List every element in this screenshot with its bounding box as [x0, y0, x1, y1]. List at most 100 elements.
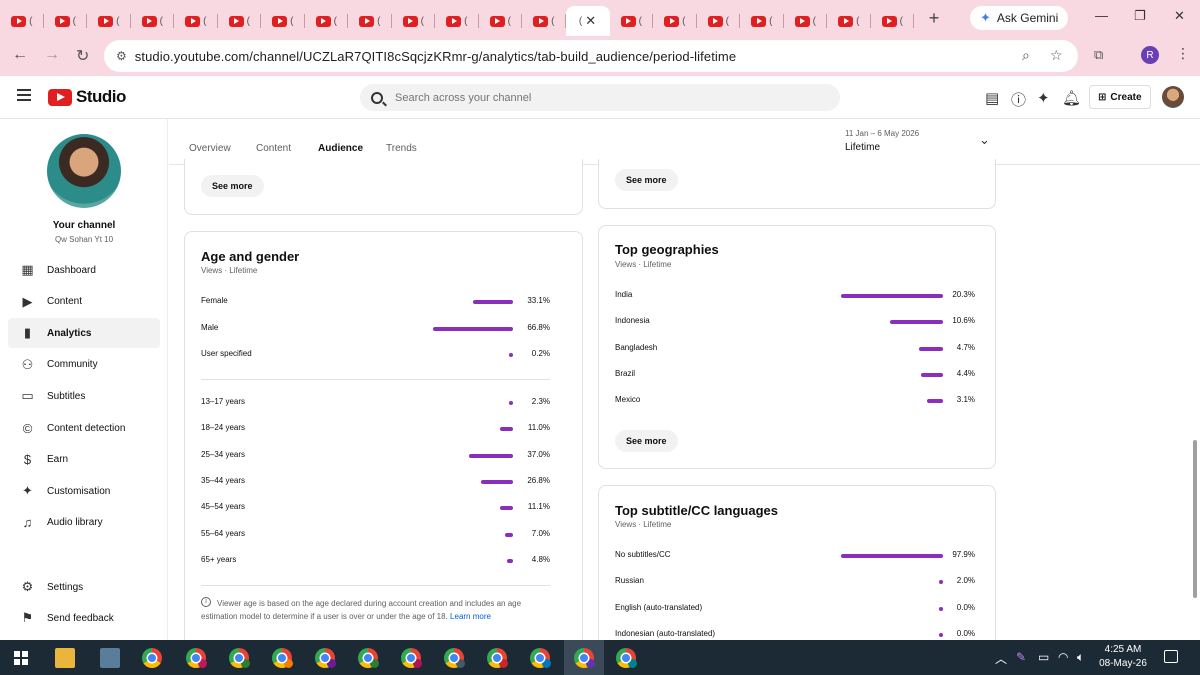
chrome-taskbar-icon[interactable]: [229, 648, 250, 668]
sidebar-item-dashboard[interactable]: ▦ Dashboard: [8, 255, 160, 285]
close-window-icon[interactable]: ✕: [1174, 8, 1185, 24]
feedback-icon[interactable]: ▤: [985, 89, 999, 107]
see-more-button[interactable]: See more: [201, 175, 264, 197]
row-value: 10.6%: [952, 316, 975, 326]
site-info-icon[interactable]: ⚙: [116, 49, 127, 63]
chrome-taskbar-icon[interactable]: [487, 648, 508, 668]
studio-logo[interactable]: Studio: [48, 87, 126, 107]
file-explorer-icon[interactable]: [55, 648, 75, 668]
calculator-icon[interactable]: [100, 648, 120, 668]
account-avatar[interactable]: [1162, 86, 1184, 108]
row-label: Indonesia: [615, 316, 650, 326]
new-tab-button[interactable]: +: [920, 8, 948, 29]
volume-icon[interactable]: 🔈︎: [1077, 650, 1084, 665]
notification-center-icon[interactable]: [1164, 650, 1178, 663]
sidebar-item-subtitles[interactable]: ▭ Subtitles: [8, 381, 160, 411]
tab-overview[interactable]: Overview: [189, 143, 231, 154]
bookmark-star-icon[interactable]: ☆: [1050, 47, 1063, 64]
browser-tab[interactable]: (: [784, 6, 827, 36]
notifications-bell-icon[interactable]: 🔔︎: [1062, 89, 1081, 107]
chrome-taskbar-icon[interactable]: [616, 648, 637, 668]
browser-tab[interactable]: (: [305, 6, 348, 36]
youtube-favicon-icon: [228, 15, 244, 27]
search-input[interactable]: [395, 91, 795, 104]
sidebar-item-analytics[interactable]: ▮ Analytics: [8, 318, 160, 349]
chrome-taskbar-icon[interactable]: [315, 648, 336, 668]
chrome-taskbar-icon[interactable]: [272, 648, 293, 668]
browser-tab[interactable]: (: [87, 6, 131, 36]
browser-tab[interactable]: (: [653, 6, 697, 36]
chevron-up-icon[interactable]: ︿: [995, 650, 1007, 667]
profile-avatar[interactable]: R: [1141, 46, 1159, 64]
back-arrow-icon[interactable]: ←: [12, 46, 28, 64]
chrome-taskbar-icon[interactable]: [358, 648, 379, 668]
browser-tab[interactable]: (: [697, 6, 740, 36]
omnibox[interactable]: ⚙ studio.youtube.com/channel/UCZLaR7QITI…: [104, 40, 1078, 72]
browser-tab[interactable]: (: [610, 6, 653, 36]
forward-arrow-icon[interactable]: →: [44, 46, 60, 64]
sidebar-item-community[interactable]: ⚇ Community: [8, 350, 160, 380]
browser-tab[interactable]: (: [131, 6, 174, 36]
chrome-taskbar-icon[interactable]: [574, 648, 595, 668]
kebab-menu-icon[interactable]: ⋮: [1176, 45, 1190, 62]
browser-tab[interactable]: (: [435, 6, 479, 36]
hamburger-menu-icon[interactable]: [17, 89, 31, 101]
url-text[interactable]: studio.youtube.com/channel/UCZLaR7QITI8c…: [135, 49, 736, 64]
create-button[interactable]: ⊞ Create: [1089, 85, 1151, 109]
sidebar-item-label: Content detection: [47, 422, 126, 434]
chrome-taskbar-icon[interactable]: [401, 648, 422, 668]
chrome-taskbar-icon[interactable]: [530, 648, 551, 668]
tab-content[interactable]: Content: [256, 143, 291, 154]
page-scrollbar[interactable]: [1193, 440, 1197, 598]
chrome-taskbar-icon[interactable]: [186, 648, 207, 668]
tab-trends[interactable]: Trends: [386, 143, 417, 154]
period-range[interactable]: 11 Jan – 6 May 2026: [845, 129, 919, 138]
battery-icon[interactable]: ▭: [1038, 650, 1049, 664]
sidebar-item-audio-library[interactable]: ♫ Audio library: [8, 508, 160, 538]
browser-tab[interactable]: (: [479, 6, 522, 36]
sparkle-icon[interactable]: ✦: [1037, 89, 1050, 107]
chrome-taskbar-icon[interactable]: [444, 648, 465, 668]
restore-icon[interactable]: ❐: [1134, 8, 1146, 24]
browser-tab[interactable]: (: [392, 6, 435, 36]
browser-tab[interactable]: (: [871, 6, 914, 36]
sidebar-item-customisation[interactable]: ✦ Customisation: [8, 476, 160, 506]
browser-tab-active[interactable]: (✕: [565, 6, 610, 36]
help-icon[interactable]: ⓘ: [1011, 89, 1026, 110]
browser-tab[interactable]: (: [261, 6, 305, 36]
taskbar-clock[interactable]: 4:25 AM 08-May-26: [1094, 643, 1152, 671]
close-tab-icon[interactable]: ✕: [585, 13, 596, 29]
see-more-button[interactable]: See more: [615, 430, 678, 452]
zoom-search-icon[interactable]: ⌕: [1022, 47, 1030, 64]
browser-tab[interactable]: (: [740, 6, 784, 36]
sidebar-item-content-detection[interactable]: © Content detection: [8, 413, 160, 443]
wifi-icon[interactable]: ◠: [1058, 650, 1068, 664]
browser-tab[interactable]: (: [348, 6, 392, 36]
sidebar-item-settings[interactable]: ⚙ Settings: [8, 572, 160, 602]
browser-tab[interactable]: (: [218, 6, 261, 36]
minimize-icon[interactable]: —: [1095, 8, 1108, 23]
browser-tab[interactable]: (: [44, 6, 87, 36]
channel-avatar[interactable]: [47, 134, 121, 208]
browser-tab[interactable]: (: [0, 6, 44, 36]
see-more-button[interactable]: See more: [615, 169, 678, 191]
reading-list-icon[interactable]: ⧉: [1094, 47, 1103, 63]
period-label[interactable]: Lifetime: [845, 142, 880, 153]
sidebar-item-content[interactable]: ▶ Content: [8, 287, 160, 317]
browser-tab[interactable]: (: [522, 6, 566, 36]
browser-tab[interactable]: (: [827, 6, 871, 36]
ask-gemini-button[interactable]: ✦ Ask Gemini: [970, 6, 1069, 30]
windows-start-icon[interactable]: [14, 651, 28, 665]
chevron-down-icon[interactable]: ⌄: [979, 132, 990, 148]
pen-icon[interactable]: ✎: [1016, 650, 1026, 664]
browser-tab[interactable]: (: [174, 6, 218, 36]
sidebar-item-earn[interactable]: $ Earn: [8, 445, 160, 475]
sidebar-item-send-feedback[interactable]: ⚑ Send feedback: [8, 603, 160, 633]
chrome-taskbar-icon[interactable]: [142, 648, 162, 668]
tab-audience[interactable]: Audience: [318, 143, 363, 154]
channel-search-bar[interactable]: [360, 84, 840, 111]
browser-tab-strip: ((((((((((((((✕(((((((+ ✦ Ask Gemini — ❐…: [0, 0, 1200, 36]
learn-more-link[interactable]: Learn more: [450, 612, 491, 621]
card-subtitle: Views · Lifetime: [615, 260, 672, 269]
reload-icon[interactable]: ↻: [76, 46, 89, 66]
